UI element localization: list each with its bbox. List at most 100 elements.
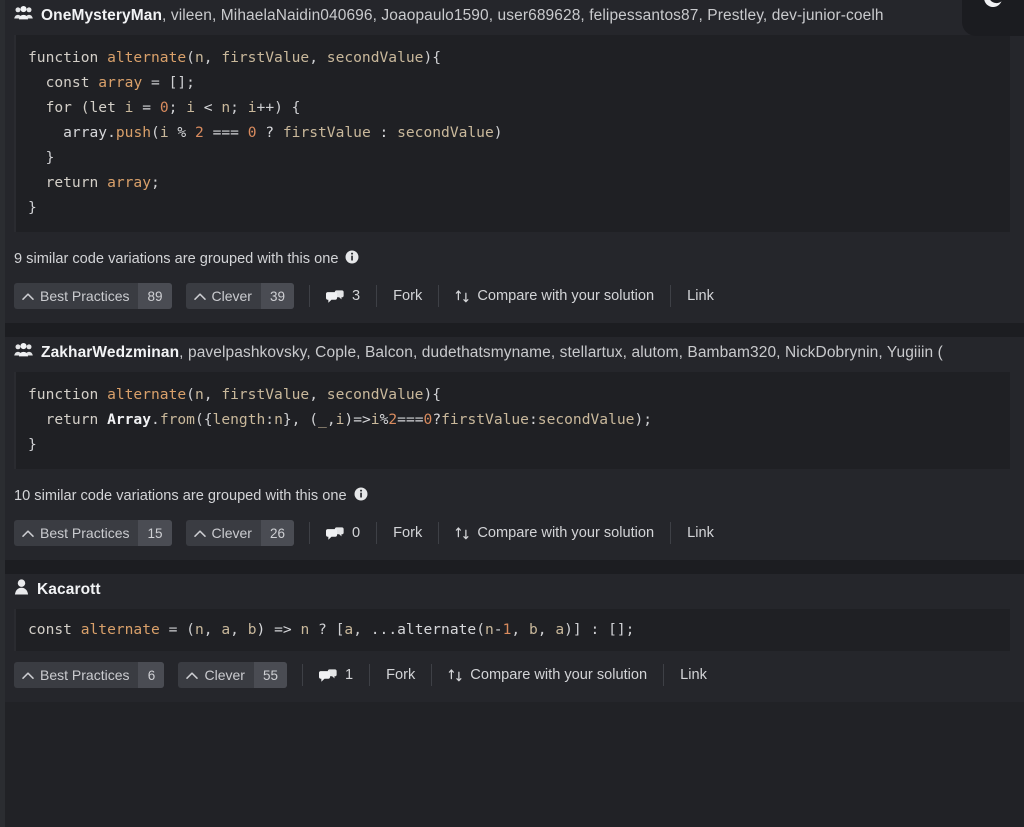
code-token: - <box>493 621 503 638</box>
code-line: return Array.from({length:n}, (_,i)=>i%2… <box>28 411 652 428</box>
code-token: n <box>485 621 494 638</box>
action-separator <box>369 664 371 686</box>
grouped-variations-notice: 9 similar code variations are grouped wi… <box>0 232 1024 272</box>
comments-count: 0 <box>352 525 361 541</box>
compare-icon <box>455 289 470 304</box>
compare-label: Compare with your solution <box>477 525 655 541</box>
code-token: firstValue <box>221 386 310 403</box>
action-separator <box>438 285 440 307</box>
code-token: ( <box>151 124 160 141</box>
code-token: Array <box>107 411 152 428</box>
dark-mode-toggle-button[interactable] <box>962 0 1024 36</box>
caret-up-icon <box>22 667 34 683</box>
code-line: return array; <box>28 174 160 191</box>
code-token: }, ( <box>282 411 319 428</box>
code-token: push <box>115 124 152 141</box>
comments-count: 3 <box>352 288 361 304</box>
author-names: Kacarott <box>37 581 101 599</box>
fork-button[interactable]: Fork <box>378 521 437 545</box>
comments-button[interactable]: 0 <box>311 521 375 545</box>
action-separator <box>376 285 378 307</box>
code-line: } <box>28 436 37 453</box>
fork-button[interactable]: Fork <box>371 663 430 687</box>
code-token: secondValue <box>397 124 494 141</box>
code-line: function alternate(n, firstValue, second… <box>28 386 441 403</box>
compare-button[interactable]: Compare with your solution <box>440 284 669 308</box>
link-button[interactable]: Link <box>672 521 729 545</box>
comments-button[interactable]: 1 <box>304 663 368 687</box>
code-token: , <box>309 49 327 66</box>
code-token: alternate <box>397 621 477 638</box>
link-button[interactable]: Link <box>665 663 722 687</box>
info-icon[interactable] <box>354 487 368 505</box>
vote-button-clever[interactable]: Clever 26 <box>185 520 295 546</box>
code-token: ({ <box>194 411 213 428</box>
code-token: : <box>528 411 538 428</box>
code-token: b <box>247 621 257 638</box>
code-token: n <box>194 621 204 638</box>
compare-button[interactable]: Compare with your solution <box>433 663 662 687</box>
code-token: firstValue <box>441 411 529 428</box>
caret-up-icon <box>193 525 206 541</box>
other-authors: , pavelpashkovsky, Cople, Balcon, dudeth… <box>179 343 943 361</box>
vote-button-best-practices[interactable]: Best Practices 15 <box>14 520 172 546</box>
action-separator <box>301 664 303 686</box>
vote-label-best-practices: Best Practices <box>14 520 138 546</box>
caret-up-icon <box>22 288 34 304</box>
code-token: firstValue <box>221 49 310 66</box>
code-token: , ... <box>353 621 398 638</box>
primary-author-link[interactable]: Kacarott <box>37 581 101 598</box>
solution-card: Kacarott const alternate = (n, a, b) => n… <box>0 574 1024 702</box>
vote-button-best-practices[interactable]: Best Practices 89 <box>14 283 172 309</box>
caret-up-icon <box>22 288 34 304</box>
vote-label-clever: Clever <box>178 662 253 688</box>
vote-label-text: Best Practices <box>40 667 130 683</box>
code-token: = <box>133 99 160 116</box>
solutions-list: OneMysteryMan, vileen, MihaelaNaidin0406… <box>0 0 1024 702</box>
code-token: i <box>159 124 169 141</box>
primary-author-link[interactable]: ZakharWedzminan <box>41 344 179 361</box>
code-token: n <box>221 99 231 116</box>
code-token: , <box>326 411 336 428</box>
code-line: for (let i = 0; i < n; i++) { <box>28 99 301 116</box>
fork-label: Fork <box>393 288 423 304</box>
primary-author-link[interactable]: OneMysteryMan <box>41 7 162 24</box>
vote-count-best-practices: 15 <box>138 520 172 546</box>
info-icon <box>354 487 368 505</box>
code-token: ? <box>432 411 442 428</box>
action-separator <box>663 664 665 686</box>
code-line: function alternate(n, firstValue, second… <box>28 49 441 66</box>
fork-button[interactable]: Fork <box>378 284 437 308</box>
solution-divider <box>0 323 1024 337</box>
vote-button-best-practices[interactable]: Best Practices 6 <box>14 662 165 688</box>
compare-button[interactable]: Compare with your solution <box>440 521 669 545</box>
vote-button-clever[interactable]: Clever 55 <box>178 662 287 688</box>
code-block: function alternate(n, firstValue, second… <box>14 372 1010 469</box>
link-label: Link <box>687 525 714 541</box>
link-button[interactable]: Link <box>672 284 729 308</box>
code-token: = []; <box>142 74 195 91</box>
code-token: ; <box>151 174 160 191</box>
compare-icon <box>448 668 463 683</box>
vote-label-text: Best Practices <box>40 288 130 304</box>
code-token: 0 <box>423 411 433 428</box>
code-token: , <box>309 386 327 403</box>
vote-button-clever[interactable]: Clever 39 <box>185 283 295 309</box>
code-block: function alternate(n, firstValue, second… <box>14 35 1010 232</box>
code-token: return <box>28 411 108 428</box>
solution-card: ZakharWedzminan, pavelpashkovsky, Cople,… <box>0 337 1024 560</box>
info-icon[interactable] <box>345 250 359 268</box>
code-token: , <box>203 386 222 403</box>
code-token: 0 <box>159 99 169 116</box>
vote-label-clever: Clever <box>186 283 261 309</box>
code-token: 2 <box>194 124 204 141</box>
solution-card: OneMysteryMan, vileen, MihaelaNaidin0406… <box>0 0 1024 323</box>
code-token: array <box>28 124 108 141</box>
comments-button[interactable]: 3 <box>311 284 375 308</box>
code-token: i <box>186 99 195 116</box>
solution-author-header: ZakharWedzminan, pavelpashkovsky, Cople,… <box>0 337 1024 366</box>
code-token: function <box>28 49 108 66</box>
group-icon <box>14 342 33 363</box>
code-line: } <box>28 199 37 216</box>
code-token: ); <box>634 411 653 428</box>
